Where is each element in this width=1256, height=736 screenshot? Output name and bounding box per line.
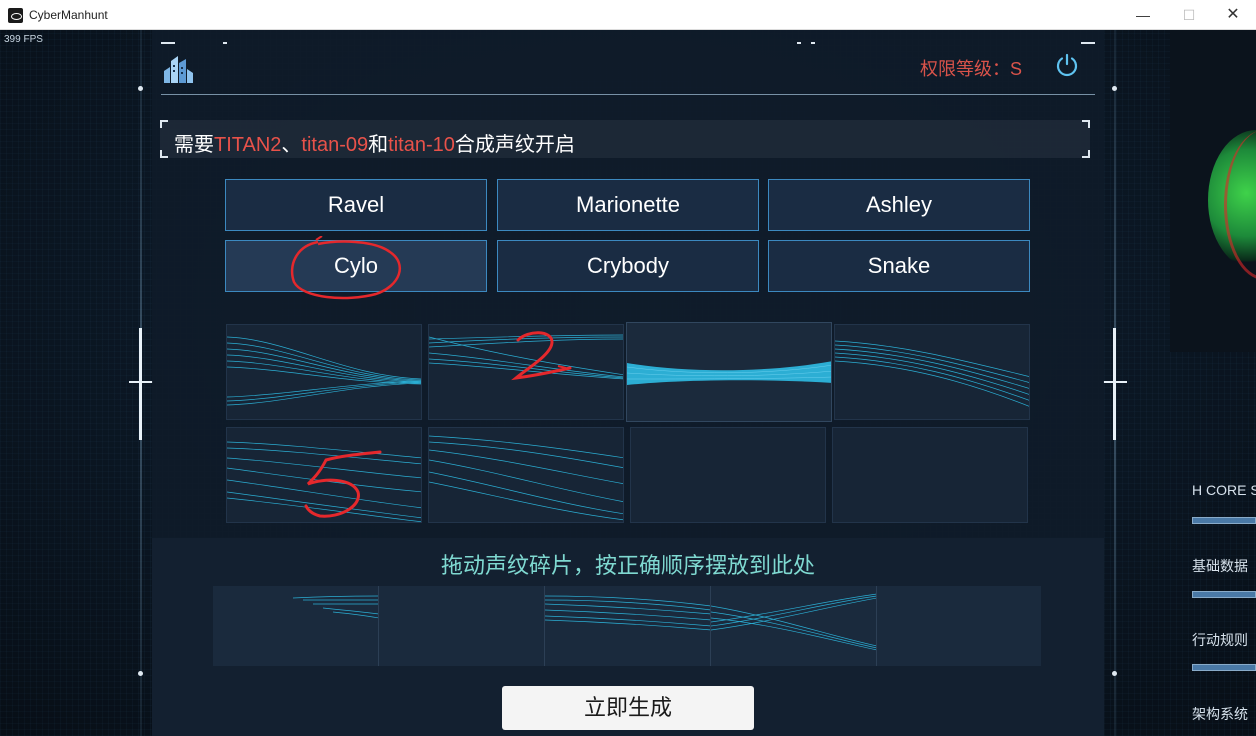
- game-viewport: 399 FPS H CORE S 基础数据 行动规则 架构系统 权限等级：S 需…: [0, 30, 1256, 736]
- red-circle-annotation: [290, 236, 401, 300]
- red-number-annotation: [304, 450, 382, 518]
- hint-target-2: titan-09: [301, 134, 369, 156]
- fps-counter: 399 FPS: [4, 34, 43, 45]
- name-button-crybody[interactable]: Crybody: [497, 240, 759, 292]
- waveform-graphic: [227, 336, 421, 406]
- maximize-button[interactable]: ☐: [1166, 0, 1212, 30]
- voiceprint-fragment[interactable]: [834, 324, 1030, 420]
- voiceprint-fragment[interactable]: [626, 322, 832, 422]
- header-divider: [161, 94, 1095, 95]
- waveform-graphic: [835, 340, 1029, 407]
- hint-target-1: TITAN2: [214, 134, 282, 156]
- right-panel-bar: [1192, 591, 1256, 598]
- hint-separator: 、: [281, 134, 302, 156]
- drop-slot[interactable]: [711, 586, 877, 666]
- right-panel-bar: [1192, 517, 1256, 524]
- corner-bracket: [160, 150, 168, 158]
- permission-level: 权限等级：S: [920, 59, 1023, 79]
- voiceprint-fragment-empty[interactable]: [630, 427, 826, 523]
- waveform-graphic: [292, 595, 378, 619]
- frame-dot: [138, 86, 143, 91]
- window-title: CyberManhunt: [29, 8, 108, 22]
- voiceprint-fragment[interactable]: [428, 427, 624, 523]
- frame-dot: [138, 671, 143, 676]
- app-eye-icon: [8, 8, 23, 23]
- top-tick-marks: [161, 42, 1095, 44]
- hint-text: 需要TITAN2、titan-09和titan-10合成声纹开启: [174, 128, 575, 157]
- name-button-ravel[interactable]: Ravel: [225, 179, 487, 231]
- right-panel-label[interactable]: 架构系统: [1192, 704, 1248, 724]
- drop-slot[interactable]: [213, 586, 379, 666]
- corner-bracket: [1082, 120, 1090, 128]
- close-button[interactable]: ✕: [1210, 0, 1256, 30]
- drop-slot-empty[interactable]: [877, 586, 1041, 666]
- right-frame-highlight: [1113, 328, 1116, 440]
- power-icon[interactable]: [1055, 53, 1079, 77]
- right-panel-bar: [1192, 664, 1256, 671]
- red-number-annotation: [511, 331, 572, 381]
- right-panel-label: H CORE S: [1192, 482, 1256, 498]
- waveform-graphic: [711, 593, 876, 651]
- window-titlebar: CyberManhunt — ☐ ✕: [0, 0, 1256, 30]
- drop-slot-empty[interactable]: [379, 586, 545, 666]
- right-crosshair: [1103, 381, 1127, 383]
- frame-dot: [1112, 671, 1117, 676]
- left-crosshair: [129, 381, 153, 383]
- hint-target-3: titan-10: [388, 134, 455, 156]
- name-button-ashley[interactable]: Ashley: [768, 179, 1030, 231]
- building-icon: [164, 56, 193, 83]
- corner-bracket: [1082, 150, 1090, 158]
- right-panel-label[interactable]: 基础数据: [1192, 556, 1248, 576]
- right-panel-label[interactable]: 行动规则: [1192, 630, 1248, 650]
- name-button-marionette[interactable]: Marionette: [497, 179, 759, 231]
- waveform-graphic: [627, 361, 831, 385]
- left-frame-highlight: [139, 328, 142, 440]
- hint-prefix: 需要: [174, 134, 214, 156]
- voiceprint-fragment-empty[interactable]: [832, 427, 1028, 523]
- voiceprint-fragment[interactable]: [226, 324, 422, 420]
- name-button-snake[interactable]: Snake: [768, 240, 1030, 292]
- frame-dot: [1112, 86, 1117, 91]
- waveform-graphic: [545, 595, 710, 631]
- hint-suffix: 合成声纹开启: [454, 134, 575, 156]
- corner-bracket: [160, 120, 168, 128]
- drop-zone-label: 拖动声纹碎片，按正确顺序摆放到此处: [440, 553, 815, 578]
- requirement-hint: 需要TITAN2、titan-09和titan-10合成声纹开启: [160, 120, 1090, 158]
- drop-slot[interactable]: [545, 586, 711, 666]
- minimize-button[interactable]: —: [1120, 0, 1166, 30]
- waveform-graphic: [429, 435, 623, 521]
- generate-button[interactable]: 立即生成: [502, 686, 754, 730]
- hint-separator: 和: [368, 134, 389, 156]
